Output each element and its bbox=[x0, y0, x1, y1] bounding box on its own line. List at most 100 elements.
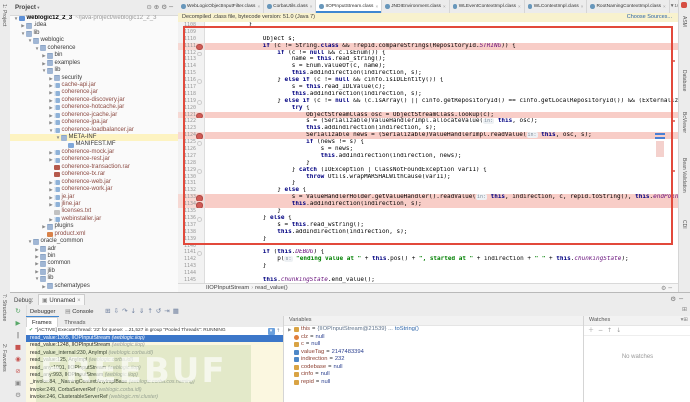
move-up-icon[interactable]: ↑ bbox=[607, 327, 616, 334]
editor-tab[interactable]: WLContextImpl.class × bbox=[525, 0, 588, 13]
gutter-line-number[interactable]: 1138 bbox=[178, 228, 205, 236]
gutter-line-number[interactable]: 1134 bbox=[178, 201, 205, 209]
tree-item[interactable]: ▶ coherence.jar bbox=[10, 89, 178, 96]
editor-tab[interactable]: JNDIEnvironment.class × bbox=[382, 0, 450, 13]
tree-item[interactable]: coherence-tx.rar bbox=[10, 171, 178, 178]
close-icon[interactable]: × bbox=[663, 4, 666, 9]
tree-item[interactable]: product.xml bbox=[10, 231, 178, 238]
tree-item[interactable]: ▶ coherence-discovery.jar bbox=[10, 97, 178, 104]
drop-frame-icon[interactable]: ↺ bbox=[156, 307, 164, 315]
debug-session-tab[interactable]: ▣ Unnamed × bbox=[38, 294, 85, 305]
restore-layout-icon[interactable]: ⊞ bbox=[682, 306, 687, 313]
tree-item[interactable]: ▶ cache-api.jar bbox=[10, 82, 178, 89]
tree-item[interactable]: ▶ coherence-web.jar bbox=[10, 179, 178, 186]
scrollbar-thumb[interactable] bbox=[656, 141, 664, 157]
step-out-icon[interactable]: ↑ bbox=[147, 307, 155, 315]
editor-tab[interactable]: IIOPInputStream.class × bbox=[316, 0, 383, 13]
step-into-icon[interactable]: ↓ bbox=[130, 307, 138, 315]
settings-icon[interactable]: ⚙ bbox=[161, 3, 169, 11]
gutter-line-number[interactable]: 1119 bbox=[178, 97, 205, 105]
tree-item[interactable]: ▼ lib bbox=[10, 30, 178, 37]
gutter-line-number[interactable]: 1113 bbox=[178, 56, 205, 64]
close-icon[interactable]: × bbox=[257, 4, 260, 9]
tool-window-button-structure[interactable]: 7: Structure bbox=[1, 294, 7, 321]
tree-item[interactable]: ▶ schematypes bbox=[10, 283, 178, 290]
gutter-line-number[interactable]: 1109 bbox=[178, 28, 205, 36]
variable-row[interactable]: c = null bbox=[284, 341, 584, 349]
variable-row[interactable]: repid = null bbox=[284, 379, 584, 387]
close-icon[interactable]: × bbox=[581, 4, 584, 9]
tree-item[interactable]: ▶ je.jar bbox=[10, 194, 178, 201]
tree-item[interactable]: ▶ common bbox=[10, 260, 178, 268]
stop-icon[interactable]: ■ bbox=[10, 341, 26, 353]
gutter-line-number[interactable]: 1120 bbox=[178, 104, 205, 112]
editor-tab[interactable]: WebLogicObjectInputFilter.class × bbox=[178, 0, 265, 13]
gutter-line-number[interactable]: 1129 bbox=[178, 166, 205, 174]
gutter-line-number[interactable]: 1108 bbox=[178, 22, 205, 29]
gutter-line-number[interactable]: 1118 bbox=[178, 90, 205, 98]
gutter-line-number[interactable]: 1115 bbox=[178, 70, 205, 78]
view-breakpoints-icon[interactable]: ◉ bbox=[10, 353, 26, 365]
hide-icon[interactable]: ─ bbox=[169, 3, 175, 11]
tostring-link[interactable]: toString() bbox=[395, 326, 419, 334]
editor-tab[interactable]: RootNamingContextImpl.class × bbox=[587, 0, 670, 13]
gutter-line-number[interactable]: 1137 bbox=[178, 221, 205, 229]
remove-icon[interactable]: − bbox=[598, 327, 607, 334]
tree-item[interactable]: ▼ weblogic12_2_3 ~/java-project/weblogic12… bbox=[10, 15, 178, 22]
tree-item[interactable]: licenses.txt bbox=[10, 208, 178, 215]
hide-icon[interactable]: ─ bbox=[668, 285, 674, 292]
variable-row[interactable]: cinfo = null bbox=[284, 371, 584, 379]
gutter-line-number[interactable]: 1116 bbox=[178, 77, 205, 85]
tree-item[interactable]: ▶ jlib bbox=[10, 268, 178, 275]
tree-item[interactable]: ▶ jline.jar bbox=[10, 201, 178, 208]
hide-icon[interactable]: ─ bbox=[679, 295, 686, 303]
editor-tab[interactable]: CorbaUtils.class × bbox=[264, 0, 317, 13]
tool-window-button-asm[interactable]: ASM bbox=[681, 16, 687, 27]
settings-icon[interactable]: ⚙ bbox=[670, 295, 679, 303]
resume-icon[interactable]: ▶ bbox=[10, 317, 26, 329]
frame-row[interactable]: read_value:1248, IIOPInputStream (weblog… bbox=[26, 342, 293, 349]
frame-row[interactable]: read_value:1305, IIOPInputStream (weblog… bbox=[26, 335, 293, 343]
tool-window-button-favorites[interactable]: 2: Favorites bbox=[1, 344, 7, 372]
tool-window-button-bean-validation[interactable]: Bean Validation bbox=[681, 158, 687, 193]
gutter-line-number[interactable]: 1112 bbox=[178, 49, 205, 57]
evaluate-icon[interactable]: ▦ bbox=[173, 307, 182, 315]
settings-icon[interactable]: ⚙ bbox=[10, 389, 26, 401]
tree-item[interactable]: ▶ coherence-mock.jar bbox=[10, 149, 178, 156]
tree-item[interactable]: ▶ security bbox=[10, 75, 178, 82]
tree-item[interactable]: ▶ bin bbox=[10, 52, 178, 59]
tool-window-button-bcviewer[interactable]: BcViewer bbox=[681, 112, 687, 133]
tree-item[interactable]: ▶ .idea bbox=[10, 22, 178, 30]
gutter-line-number[interactable]: 1111 bbox=[178, 42, 205, 51]
code-editor[interactable]: 1108 } 1109 1110 Object s; 1111 if (c != St… bbox=[178, 22, 678, 283]
frame-row[interactable]: read_value:125, AnyImpl (weblogic.corba.… bbox=[26, 357, 293, 364]
variable-row[interactable]: codebase = null bbox=[284, 364, 584, 372]
gutter-line-number[interactable]: 1124 bbox=[178, 132, 205, 140]
gutter-line-number[interactable]: 1127 bbox=[178, 152, 205, 160]
gutter-line-number[interactable]: 1117 bbox=[178, 84, 205, 91]
gutter-line-number[interactable]: 1110 bbox=[178, 35, 205, 43]
add-icon[interactable]: ＋ bbox=[588, 327, 598, 334]
gutter-line-number[interactable]: 1144 bbox=[178, 270, 205, 277]
gutter-line-number[interactable]: 1123 bbox=[178, 125, 205, 133]
tree-item[interactable]: ▼ weblogic bbox=[10, 37, 178, 45]
tree-item[interactable]: ▶ coherence-jpa.jar bbox=[10, 119, 178, 126]
gutter-line-number[interactable]: 1139 bbox=[178, 235, 205, 243]
tool-window-button-project[interactable]: 1: Project bbox=[1, 4, 7, 26]
run-to-cursor-icon[interactable]: ⇥ bbox=[164, 307, 172, 315]
gutter-line-number[interactable]: 1114 bbox=[178, 63, 205, 71]
pause-icon[interactable]: ∥ bbox=[10, 329, 26, 341]
variable-row[interactable]: clz = null bbox=[284, 334, 584, 342]
restore-layout-icon[interactable]: ⊞ bbox=[105, 307, 113, 315]
watches-panel-title[interactable]: Watches ▾⊞ bbox=[584, 316, 690, 326]
frame-up-icon[interactable]: ↑ bbox=[276, 328, 280, 334]
tree-item[interactable]: ▼ lib bbox=[10, 67, 178, 74]
move-down-icon[interactable]: ↓ bbox=[616, 327, 625, 334]
gutter-line-number[interactable]: 1121 bbox=[178, 111, 205, 119]
mute-breakpoints-icon[interactable]: ⊘ bbox=[10, 365, 26, 377]
tree-item[interactable]: ▶ webinstaller.jar bbox=[10, 216, 178, 223]
close-icon[interactable]: × bbox=[443, 4, 446, 9]
tool-window-button-database[interactable]: Database bbox=[681, 70, 687, 91]
tree-item[interactable]: ▼ coherence bbox=[10, 45, 178, 52]
tree-item[interactable]: MANIFEST.MF bbox=[10, 141, 178, 148]
